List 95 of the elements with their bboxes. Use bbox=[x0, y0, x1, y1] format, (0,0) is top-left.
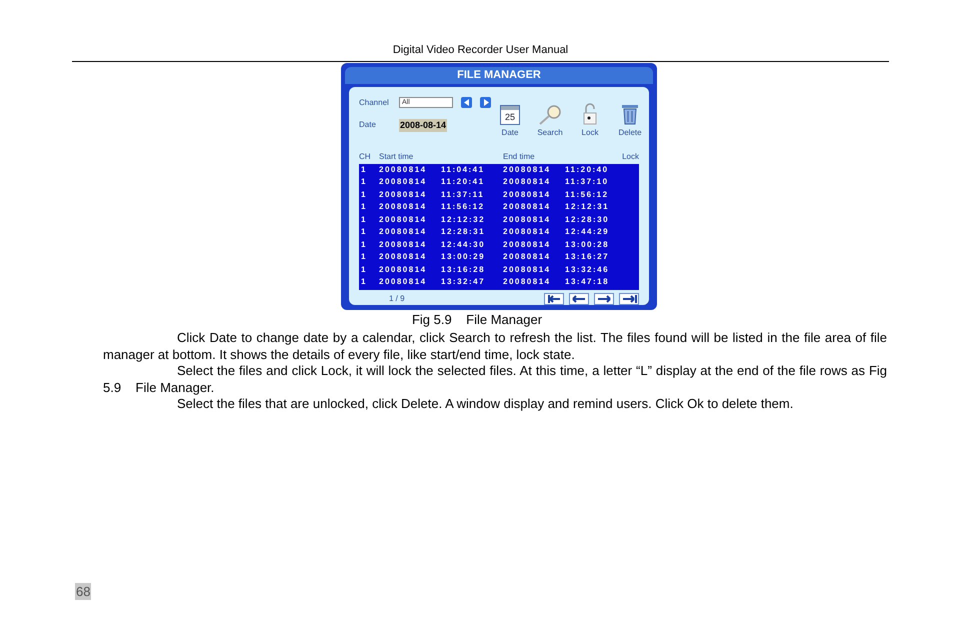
start-date-cell-text: 20080814 bbox=[379, 164, 428, 176]
right-triangle-icon bbox=[482, 99, 488, 106]
previous-button[interactable] bbox=[461, 97, 472, 108]
start-time-cell-text: 11:56:12 bbox=[441, 201, 486, 213]
file-row[interactable]: 1 20080814 13:00:29 20080814 13:16:27 bbox=[359, 251, 639, 264]
end-time-cell-text: 11:56:12 bbox=[565, 188, 610, 200]
channel-cell-text: 1 bbox=[360, 264, 368, 276]
column-header: Start time bbox=[379, 150, 414, 162]
start-date-cell-text: 20080814 bbox=[379, 201, 428, 213]
end-time-cell-text: 11:37:10 bbox=[565, 176, 610, 188]
end-date-cell-text: 20080814 bbox=[503, 164, 552, 176]
end-time-cell-text: 13:16:27 bbox=[565, 251, 610, 263]
end-date-cell-text: 20080814 bbox=[503, 214, 552, 226]
file-row[interactable]: 1 20080814 13:32:47 20080814 13:47:18 bbox=[359, 276, 639, 288]
start-date-cell-text: 20080814 bbox=[379, 251, 428, 263]
start-time-cell-text: 12:28:31 bbox=[441, 226, 486, 238]
channel-cell-text: 1 bbox=[360, 251, 368, 263]
arrow-icon bbox=[596, 292, 612, 304]
end-date-cell-text: 20080814 bbox=[503, 188, 552, 200]
end-date-cell-text: 20080814 bbox=[503, 176, 552, 188]
toolbar-button[interactable]: Search bbox=[537, 126, 563, 138]
arrow-icon bbox=[621, 292, 637, 304]
page-counter: 1 / 9 bbox=[389, 292, 405, 304]
start-date-cell-text: 20080814 bbox=[379, 188, 428, 200]
next-button[interactable] bbox=[480, 97, 491, 108]
body-paragraph: Select the files that are unlocked, click Delete. A window display and remind users. Click Ok to delete them. bbox=[176, 396, 794, 412]
left-triangle-icon bbox=[464, 99, 470, 106]
end-date-cell-text: 20080814 bbox=[503, 264, 552, 276]
start-date-cell-text: 20080814 bbox=[379, 238, 428, 250]
page-nav-button[interactable] bbox=[544, 292, 564, 304]
end-date-cell-text: 20080814 bbox=[503, 226, 552, 238]
start-time-cell-text: 11:37:11 bbox=[441, 188, 486, 200]
channel-cell-text: 1 bbox=[360, 276, 368, 288]
page-nav-button[interactable] bbox=[594, 292, 614, 304]
channel-cell-text: 1 bbox=[360, 176, 368, 188]
page-nav-button[interactable] bbox=[619, 292, 639, 304]
channel-label: Channel bbox=[359, 96, 390, 108]
file-row[interactable]: 1 20080814 13:16:28 20080814 13:32:46 bbox=[359, 264, 639, 276]
start-date-cell-text: 20080814 bbox=[379, 264, 428, 276]
page-number: 68 bbox=[75, 583, 92, 600]
end-date-cell-text: 20080814 bbox=[503, 201, 552, 213]
end-time-cell-text: 13:47:18 bbox=[565, 276, 610, 288]
start-time-cell-text: 12:12:32 bbox=[441, 214, 486, 226]
column-header: Lock bbox=[622, 150, 639, 162]
file-row[interactable]: 1 20080814 12:28:31 20080814 12:44:29 bbox=[359, 226, 639, 238]
end-date-cell-text: 20080814 bbox=[503, 251, 552, 263]
date-field[interactable]: 2008-08-14 bbox=[399, 118, 448, 132]
file-row[interactable]: 1 20080814 11:37:11 20080814 11:56:12 bbox=[359, 188, 639, 201]
start-date-cell-text: 20080814 bbox=[379, 276, 428, 288]
page-nav-button[interactable] bbox=[569, 292, 589, 304]
window-title: FILE MANAGER bbox=[457, 68, 541, 83]
trash-icon bbox=[621, 102, 639, 124]
date-label: Date bbox=[359, 119, 377, 132]
start-date-cell-text: 20080814 bbox=[379, 176, 428, 188]
figure-caption: Fig 5.9 File Manager bbox=[412, 311, 542, 329]
toolbar-button[interactable]: Lock bbox=[582, 126, 598, 138]
end-time-cell-text: 13:00:28 bbox=[565, 238, 610, 250]
end-time-cell-text: 12:12:31 bbox=[565, 201, 610, 213]
file-row[interactable]: 1 20080814 11:20:41 20080814 11:37:10 bbox=[359, 176, 639, 188]
start-time-cell-text: 11:20:41 bbox=[441, 176, 486, 188]
end-time-cell-text: 13:32:46 bbox=[565, 264, 610, 276]
file-row[interactable]: 1 20080814 12:12:32 20080814 12:28:30 bbox=[359, 214, 639, 226]
file-row[interactable]: 1 20080814 11:04:41 20080814 11:20:40 bbox=[359, 164, 639, 176]
body-paragraph: Select the files and click Lock, it will lock the selected files. At this time, a letter “L” display at the end of the file rows as Fig 5.9 File Manager. bbox=[103, 363, 887, 396]
start-date-cell-text: 20080814 bbox=[379, 214, 428, 226]
start-time-cell-text: 13:16:28 bbox=[441, 264, 486, 276]
start-time-cell-text: 11:04:41 bbox=[441, 164, 486, 176]
toolbar-button[interactable]: Date bbox=[502, 126, 518, 138]
channel-cell-text: 1 bbox=[360, 226, 368, 238]
channel-cell-text: 1 bbox=[360, 214, 368, 226]
file-row[interactable]: 1 20080814 12:44:30 20080814 13:00:28 bbox=[359, 238, 639, 251]
end-time-cell-text: 11:20:40 bbox=[565, 164, 610, 176]
channel-cell-text: 1 bbox=[360, 188, 368, 200]
start-time-cell-text: 13:00:29 bbox=[441, 251, 486, 263]
column-header: CH bbox=[359, 150, 372, 162]
padlock-icon bbox=[582, 102, 598, 124]
channel-cell-text: 1 bbox=[360, 238, 368, 250]
end-date-cell-text: 20080814 bbox=[503, 276, 552, 288]
column-header: End time bbox=[503, 150, 536, 162]
start-time-cell-text: 12:44:30 bbox=[441, 238, 486, 250]
channel-cell-text: 1 bbox=[360, 201, 368, 213]
calendar-day: 25 bbox=[501, 110, 519, 124]
body-paragraph: Click Date to change date by a calendar, click Search to refresh the list. The files found will be listed in the file area of file manager at bottom. It shows the details of every file, like start/end time, lock state. bbox=[103, 330, 887, 363]
channel-cell-text: 1 bbox=[360, 164, 368, 176]
end-time-cell-text: 12:44:29 bbox=[565, 226, 610, 238]
end-time-cell-text: 12:28:30 bbox=[565, 214, 610, 226]
start-time-cell-text: 13:32:47 bbox=[441, 276, 486, 288]
file-row[interactable]: 1 20080814 11:56:12 20080814 12:12:31 bbox=[359, 201, 639, 214]
start-date-cell-text: 20080814 bbox=[379, 226, 428, 238]
arrow-icon bbox=[546, 292, 562, 304]
page-header: Digital Video Recorder User Manual bbox=[392, 43, 568, 58]
end-date-cell-text: 20080814 bbox=[503, 238, 552, 250]
arrow-icon bbox=[571, 292, 587, 304]
search-icon bbox=[538, 104, 562, 124]
toolbar-button[interactable]: Delete bbox=[618, 126, 642, 138]
